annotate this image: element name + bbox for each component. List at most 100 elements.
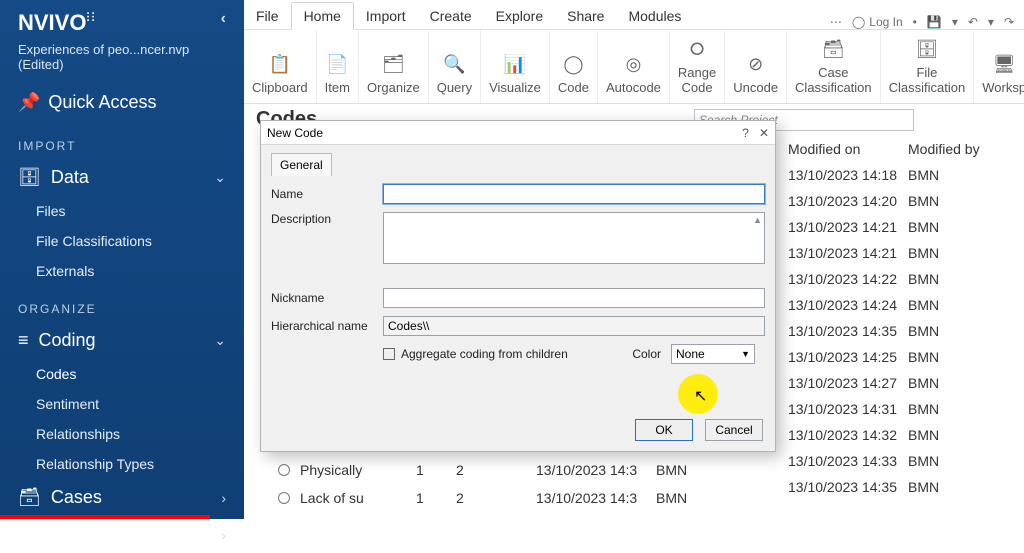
more-icon[interactable]: ⋯ xyxy=(830,15,842,29)
sidebar-item-codes[interactable]: Codes xyxy=(0,359,244,389)
lower-rows: Physically 1 2 13/10/2023 14:3 BMN Lack … xyxy=(274,456,1016,512)
cell-c1: 1 xyxy=(416,490,456,506)
search-icon: 🔍 xyxy=(442,52,466,76)
row-marker-icon xyxy=(278,464,290,476)
table-row[interactable]: 13/10/2023 14:24BMN xyxy=(788,292,1016,318)
table-row[interactable]: Lack of su 1 2 13/10/2023 14:3 BMN xyxy=(274,484,1016,512)
table-row[interactable]: Physically 1 2 13/10/2023 14:3 BMN xyxy=(274,456,1016,484)
table-row[interactable]: 13/10/2023 14:20BMN xyxy=(788,188,1016,214)
workspace-icon: 🖥 xyxy=(992,52,1016,76)
name-input[interactable] xyxy=(383,184,765,204)
color-select[interactable]: None ▼ xyxy=(671,344,755,364)
tab-modules[interactable]: Modules xyxy=(616,3,693,29)
sidebar-item-sentiment[interactable]: Sentiment xyxy=(0,389,244,419)
cell-c2: 2 xyxy=(456,462,536,478)
ribbon-workspace[interactable]: 🖥Worksp xyxy=(974,30,1024,103)
tab-explore[interactable]: Explore xyxy=(484,3,555,29)
cell-modified-on: 13/10/2023 14:24 xyxy=(788,297,908,313)
ribbon-query[interactable]: 🔍Query xyxy=(429,30,481,103)
case-class-icon: 🗃 xyxy=(821,37,845,61)
table-row[interactable]: 13/10/2023 14:21BMN xyxy=(788,240,1016,266)
table-row[interactable]: 13/10/2023 14:21BMN xyxy=(788,214,1016,240)
ribbon-file-class[interactable]: 🗄File Classification xyxy=(881,30,975,103)
sidebar-item-externals[interactable]: Externals xyxy=(0,256,244,286)
tab-home[interactable]: Home xyxy=(291,2,354,30)
description-input[interactable]: ▲ xyxy=(383,212,765,264)
ribbon-organize[interactable]: 🗂Organize xyxy=(359,30,429,103)
cell-modified-by: BMN xyxy=(908,349,998,365)
table-row[interactable]: 13/10/2023 14:32BMN xyxy=(788,422,1016,448)
sidebar-item-relationship-types[interactable]: Relationship Types xyxy=(0,449,244,479)
collapse-sidebar-icon[interactable]: ‹ xyxy=(221,10,226,28)
hierarchical-input xyxy=(383,316,765,336)
cell-name: Lack of su xyxy=(300,490,416,506)
cell-modified-by: BMN xyxy=(908,219,998,235)
ribbon-range-code[interactable]: ⭘Range Code xyxy=(670,30,725,103)
sidebar-item-relationships[interactable]: Relationships xyxy=(0,419,244,449)
ribbon-item[interactable]: 📄Item xyxy=(317,30,359,103)
cases-label: Cases xyxy=(51,487,102,508)
cell-by: BMN xyxy=(656,490,716,506)
table-row[interactable]: 13/10/2023 14:27BMN xyxy=(788,370,1016,396)
scroll-up-icon[interactable]: ▲ xyxy=(753,215,762,225)
undo-icon[interactable]: ↶ xyxy=(968,15,978,29)
login-button[interactable]: ◯ Log In xyxy=(852,15,903,29)
tab-file[interactable]: File xyxy=(244,3,291,29)
help-icon[interactable]: ? xyxy=(742,126,749,140)
table-row[interactable]: 13/10/2023 14:22BMN xyxy=(788,266,1016,292)
cell-modified-on: 13/10/2023 14:20 xyxy=(788,193,908,209)
section-organize: ORGANIZE xyxy=(0,286,244,322)
cell-dt: 13/10/2023 14:3 xyxy=(536,462,656,478)
cancel-button[interactable]: Cancel xyxy=(705,419,763,441)
ok-button[interactable]: OK xyxy=(635,419,693,441)
chevron-right-icon: › xyxy=(221,527,226,543)
autocode-icon: ◎ xyxy=(621,52,645,76)
cases-selector[interactable]: 🗃Cases › xyxy=(0,479,244,516)
notes-label: Notes xyxy=(51,524,98,545)
row-marker-icon xyxy=(278,492,290,504)
pin-icon: 📌 xyxy=(18,92,40,113)
col-modified-on[interactable]: Modified on xyxy=(788,141,908,157)
sidebar: NVIVO⫶⫶ ‹ Experiences of peo...ncer.nvp … xyxy=(0,0,244,519)
tab-strip: File Home Import Create Explore Share Mo… xyxy=(244,0,1024,30)
sidebar-item-file-classifications[interactable]: File Classifications xyxy=(0,226,244,256)
file-class-icon: 🗄 xyxy=(915,37,939,61)
save-icon[interactable]: 💾 xyxy=(927,15,942,29)
ribbon-uncode[interactable]: ⊘Uncode xyxy=(725,30,787,103)
section-import: IMPORT xyxy=(0,123,244,159)
close-icon[interactable]: ✕ xyxy=(759,126,769,140)
table-row[interactable]: 13/10/2023 14:18BMN xyxy=(788,162,1016,188)
tab-share[interactable]: Share xyxy=(555,3,616,29)
ribbon-case-class[interactable]: 🗃Case Classification xyxy=(787,30,881,103)
coding-label: Coding xyxy=(39,330,96,351)
ribbon-code[interactable]: ◯Code xyxy=(550,30,598,103)
dialog-tab-general[interactable]: General xyxy=(271,153,332,176)
notes-selector[interactable]: 🗒Notes › xyxy=(0,516,244,553)
nickname-input[interactable] xyxy=(383,288,765,308)
cell-modified-by: BMN xyxy=(908,271,998,287)
ribbon-clipboard[interactable]: 📋Clipboard xyxy=(244,30,317,103)
table-row[interactable]: 13/10/2023 14:31BMN xyxy=(788,396,1016,422)
tab-create[interactable]: Create xyxy=(418,3,484,29)
dialog-title: New Code xyxy=(267,126,323,140)
data-selector[interactable]: 🗄Data ⌄ xyxy=(0,159,244,196)
brand-name: NVIVO xyxy=(18,10,86,35)
data-label: Data xyxy=(51,167,89,188)
range-icon: ⭘ xyxy=(685,37,709,61)
ribbon-autocode[interactable]: ◎Autocode xyxy=(598,30,670,103)
ribbon-visualize[interactable]: 📊Visualize xyxy=(481,30,550,103)
table-row[interactable]: 13/10/2023 14:35BMN xyxy=(788,318,1016,344)
clipboard-icon: 📋 xyxy=(268,52,292,76)
circle-icon: ◯ xyxy=(561,52,585,76)
redo-icon[interactable]: ↷ xyxy=(1004,15,1014,29)
col-modified-by[interactable]: Modified by xyxy=(908,141,998,157)
aggregate-checkbox[interactable] xyxy=(383,348,395,360)
quick-access[interactable]: 📌 Quick Access xyxy=(0,82,244,123)
coding-selector[interactable]: ≡Coding ⌄ xyxy=(0,322,244,359)
table-row[interactable]: 13/10/2023 14:25BMN xyxy=(788,344,1016,370)
sidebar-item-files[interactable]: Files xyxy=(0,196,244,226)
tab-import[interactable]: Import xyxy=(354,3,418,29)
label-color: Color xyxy=(632,347,661,361)
chevron-down-icon: ⌄ xyxy=(214,332,226,349)
cell-modified-on: 13/10/2023 14:22 xyxy=(788,271,908,287)
